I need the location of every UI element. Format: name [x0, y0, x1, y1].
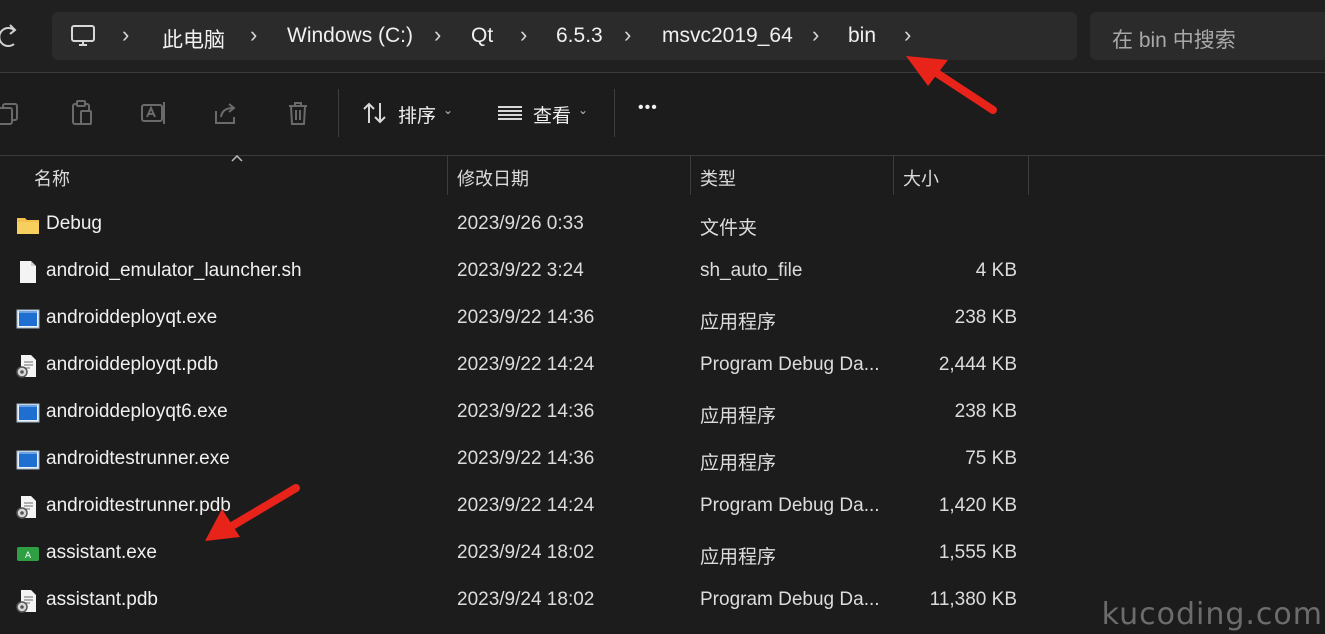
sort-ascending-icon — [231, 154, 243, 162]
chevron-down-icon[interactable]: ⌄ — [578, 103, 588, 117]
file-row[interactable]: androidtestrunner.exe 2023/9/22 14:36 应用… — [0, 436, 1325, 483]
column-divider[interactable] — [893, 155, 894, 195]
breadcrumb-item-qt[interactable]: Qt — [471, 24, 493, 48]
view-icon[interactable] — [496, 99, 524, 127]
column-header-date[interactable]: 修改日期 — [457, 165, 529, 191]
file-row[interactable]: androidtestrunner.pdb 2023/9/22 14:24 Pr… — [0, 483, 1325, 530]
paste-icon[interactable] — [68, 99, 96, 127]
pdb-icon — [16, 496, 36, 519]
svg-text:A: A — [25, 551, 32, 561]
delete-icon[interactable] — [284, 99, 312, 127]
file-size: 238 KB — [954, 307, 1017, 328]
column-header-size[interactable]: 大小 — [903, 165, 939, 191]
file-name: androiddeployqt.pdb — [46, 354, 219, 375]
file-size: 238 KB — [954, 401, 1017, 422]
file-size: 11,380 KB — [929, 589, 1017, 610]
view-button[interactable]: 查看 — [533, 101, 571, 128]
file-row[interactable]: androiddeployqt.pdb 2023/9/22 14:24 Prog… — [0, 342, 1325, 389]
file-name: Debug — [46, 213, 102, 234]
file-name: assistant.pdb — [46, 589, 158, 610]
file-name: androiddeployqt.exe — [46, 307, 218, 328]
more-options-button[interactable]: ••• — [638, 99, 658, 117]
file-date: 2023/9/22 3:24 — [457, 260, 584, 281]
breadcrumb-item-msvc[interactable]: msvc2019_64 — [662, 24, 793, 48]
file-type: Program Debug Da... — [700, 589, 880, 610]
computer-icon — [71, 25, 95, 46]
exe-icon — [16, 450, 40, 470]
breadcrumb-separator[interactable]: › — [250, 22, 257, 48]
file-name: androiddeployqt6.exe — [46, 401, 228, 422]
search-input[interactable]: 在 bin 中搜索 — [1112, 24, 1236, 54]
file-type: Program Debug Da... — [700, 354, 880, 375]
pdb-icon — [16, 590, 36, 613]
rename-icon[interactable] — [140, 99, 168, 127]
file-date: 2023/9/22 14:36 — [457, 448, 595, 469]
breadcrumb-expand-separator[interactable]: › — [904, 22, 911, 48]
file-size: 4 KB — [975, 260, 1017, 281]
file-type: 应用程序 — [700, 453, 777, 474]
file-size: 1,420 KB — [938, 495, 1017, 516]
file-date: 2023/9/24 18:02 — [457, 542, 595, 563]
file-date: 2023/9/22 14:24 — [457, 354, 595, 375]
share-icon[interactable] — [212, 99, 240, 127]
toolbar-divider — [338, 89, 339, 137]
refresh-icon[interactable] — [0, 22, 22, 50]
breadcrumb-item-drive-c[interactable]: Windows (C:) — [287, 24, 413, 48]
assistant-icon: A — [17, 547, 39, 561]
file-name: androidtestrunner.exe — [46, 448, 230, 469]
breadcrumb-item-this-pc[interactable]: 此电脑 — [162, 24, 225, 54]
breadcrumb-separator[interactable]: › — [434, 22, 441, 48]
file-date: 2023/9/22 14:24 — [457, 495, 595, 516]
search-box[interactable]: 在 bin 中搜索 — [1090, 12, 1325, 60]
file-name: android_emulator_launcher.sh — [46, 260, 302, 281]
file-size: 75 KB — [965, 448, 1017, 469]
exe-icon — [16, 309, 40, 329]
breadcrumb-separator[interactable]: › — [624, 22, 631, 48]
toolbar-divider — [614, 89, 615, 137]
watermark: kucoding.com — [1101, 597, 1323, 632]
file-size: 2,444 KB — [938, 354, 1017, 375]
column-header: 名称 修改日期 类型 大小 — [0, 154, 1325, 197]
pdb-icon — [16, 355, 36, 378]
breadcrumb-item-version[interactable]: 6.5.3 — [556, 24, 603, 48]
file-row[interactable]: androiddeployqt.exe 2023/9/22 14:36 应用程序… — [0, 295, 1325, 342]
file-row[interactable]: A assistant.exe 2023/9/24 18:02 应用程序 1,5… — [0, 530, 1325, 577]
file-type: 应用程序 — [700, 547, 777, 568]
exe-icon — [16, 403, 40, 423]
file-type: sh_auto_file — [700, 260, 803, 281]
file-type: 应用程序 — [700, 312, 777, 333]
address-row: › 此电脑 › Windows (C:) › Qt › 6.5.3 › msvc… — [0, 0, 1325, 72]
file-name: androidtestrunner.pdb — [46, 495, 231, 516]
command-bar: 排序 ⌄ 查看 ⌄ ••• — [0, 73, 1325, 155]
sort-button[interactable]: 排序 — [398, 101, 436, 128]
breadcrumb-separator[interactable]: › — [520, 22, 527, 48]
file-date: 2023/9/22 14:36 — [457, 307, 595, 328]
chevron-down-icon[interactable]: ⌄ — [443, 103, 453, 117]
column-divider[interactable] — [690, 155, 691, 195]
file-type: 应用程序 — [700, 406, 777, 427]
file-icon — [20, 261, 36, 283]
sort-icon[interactable] — [361, 99, 389, 127]
file-type: Program Debug Da... — [700, 495, 880, 516]
file-date: 2023/9/24 18:02 — [457, 589, 595, 610]
file-row[interactable]: androiddeployqt6.exe 2023/9/22 14:36 应用程… — [0, 389, 1325, 436]
file-date: 2023/9/22 14:36 — [457, 401, 595, 422]
column-divider[interactable] — [1028, 155, 1029, 195]
file-date: 2023/9/26 0:33 — [457, 213, 584, 234]
copy-icon[interactable] — [0, 99, 22, 127]
breadcrumb-item-bin[interactable]: bin — [848, 24, 876, 48]
file-name: assistant.exe — [46, 542, 157, 563]
breadcrumb-separator[interactable]: › — [122, 22, 129, 48]
file-row[interactable]: android_emulator_launcher.sh 2023/9/22 3… — [0, 248, 1325, 295]
file-row[interactable]: Debug 2023/9/26 0:33 文件夹 — [0, 201, 1325, 248]
folder-icon — [17, 218, 39, 234]
file-type: 文件夹 — [700, 218, 758, 239]
file-size: 1,555 KB — [938, 542, 1017, 563]
column-divider[interactable] — [447, 155, 448, 195]
breadcrumb-separator[interactable]: › — [812, 22, 819, 48]
column-header-name[interactable]: 名称 — [34, 165, 70, 191]
column-header-type[interactable]: 类型 — [700, 165, 736, 191]
